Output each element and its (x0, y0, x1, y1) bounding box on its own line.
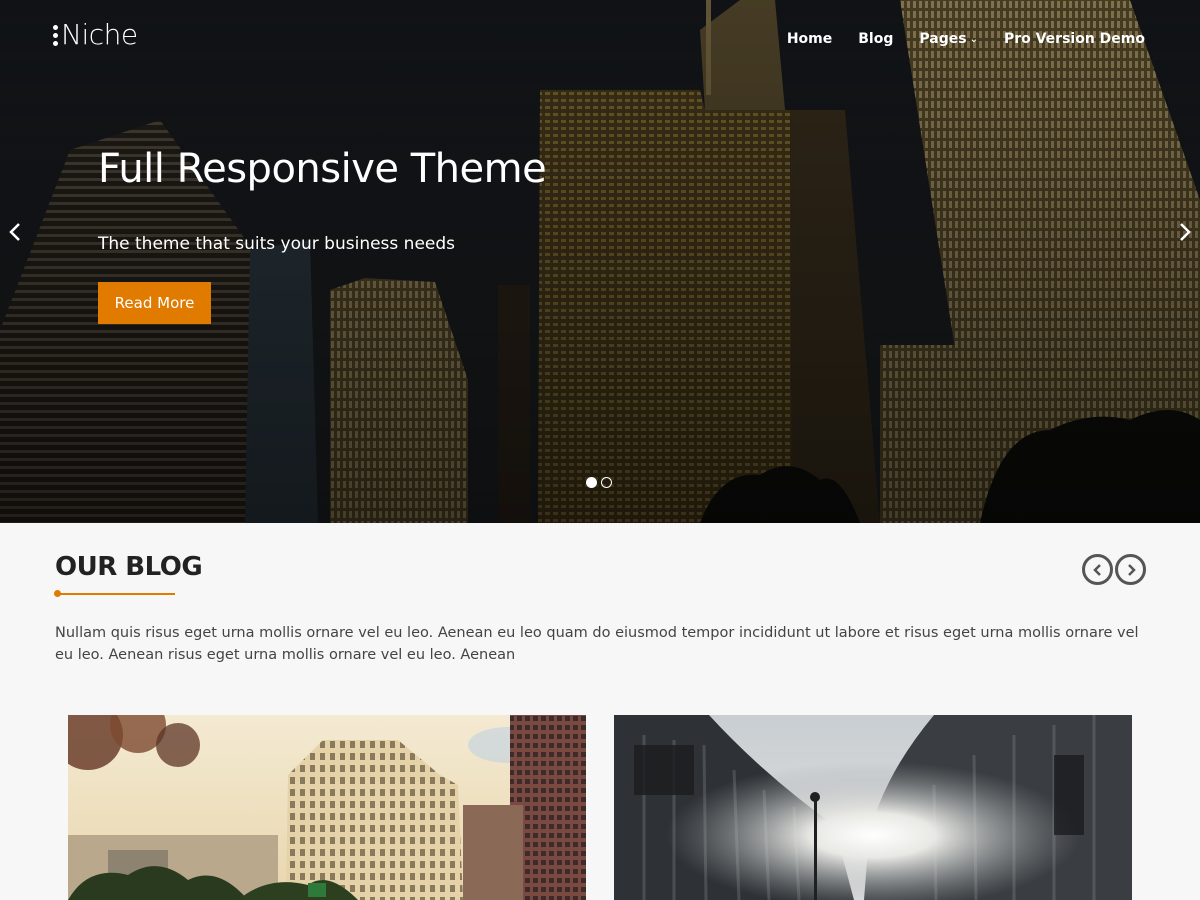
blog-post-image[interactable] (68, 715, 586, 900)
nav-item-pages[interactable]: Pages ⌄ (919, 31, 978, 47)
nav-label: Home (786, 31, 833, 47)
slider-prev-button[interactable] (8, 220, 22, 250)
nav-label: Pages (919, 31, 967, 47)
nav-label: Blog (858, 31, 894, 47)
logo-mark-icon (53, 25, 58, 46)
circle-chevron-right-icon (1127, 563, 1136, 576)
blog-description: Nullam quis risus eget urna mollis ornar… (55, 625, 1139, 663)
blog-section-heading: OUR BLOG (55, 552, 203, 582)
city-building-image (68, 715, 586, 900)
heading-underline (54, 590, 175, 597)
read-more-button[interactable]: Read More (98, 282, 211, 324)
nav-item-pro-version-demo[interactable]: Pro Version Demo (1004, 31, 1145, 47)
logo-text: Niche (61, 18, 138, 51)
site-logo[interactable]: Niche (53, 18, 138, 51)
nav-label: Pro Version Demo (1003, 31, 1145, 47)
blog-prev-button[interactable] (1082, 554, 1113, 585)
blog-next-button[interactable] (1115, 554, 1146, 585)
hero-background-image (0, 0, 1200, 523)
nav-item-blog[interactable]: Blog (858, 31, 893, 47)
chevron-down-icon: ⌄ (969, 33, 978, 45)
hero-slider: Niche Home Blog Pages ⌄ Pro Version Demo … (0, 0, 1200, 523)
slider-dot-1[interactable] (586, 477, 597, 488)
slider-dot-2[interactable] (601, 477, 612, 488)
main-navigation: Home Blog Pages ⌄ Pro Version Demo (761, 31, 1145, 47)
slider-next-button[interactable] (1178, 220, 1192, 250)
blog-post-image[interactable] (614, 715, 1132, 900)
chevron-left-icon (9, 223, 20, 241)
hero-title: Full Responsive Theme (98, 146, 547, 192)
nav-item-home[interactable]: Home (787, 31, 832, 47)
hero-subtitle: The theme that suits your business needs (98, 234, 456, 254)
chevron-right-icon (1180, 223, 1191, 241)
street-sunlight-image (614, 715, 1132, 900)
circle-chevron-left-icon (1092, 563, 1101, 576)
slider-pagination (586, 477, 612, 488)
